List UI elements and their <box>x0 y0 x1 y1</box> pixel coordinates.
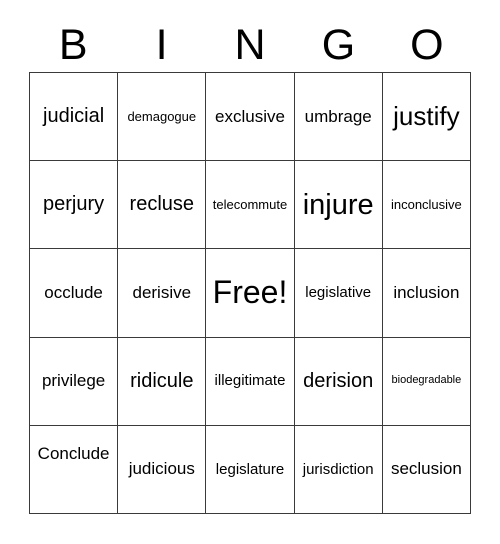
bingo-cell-label: illegitimate <box>214 372 286 390</box>
bingo-cell-label: Free! <box>212 274 288 311</box>
bingo-cell[interactable]: recluse <box>118 161 207 250</box>
bingo-cell[interactable]: inclusion <box>382 249 471 338</box>
bingo-cell-label: derisive <box>132 283 192 303</box>
bingo-cell-label: legislative <box>305 284 372 302</box>
bingo-cell-free[interactable]: Free! <box>206 249 295 338</box>
header-letter-o: O <box>410 20 444 69</box>
bingo-cell[interactable]: perjury <box>30 161 119 250</box>
bingo-cell-label: perjury <box>43 193 105 216</box>
bingo-cell-label: exclusive <box>215 106 285 126</box>
bingo-cell-label: derision <box>303 369 374 392</box>
bingo-cell[interactable]: inconclusive <box>382 161 471 250</box>
bingo-cell[interactable]: biodegradable <box>382 337 471 426</box>
bingo-cell[interactable]: derision <box>294 337 383 426</box>
bingo-card: B I N G O judicial demagogue exclusive umbr… <box>0 0 500 544</box>
bingo-cell[interactable]: legislature <box>206 425 295 514</box>
header-letter-b: B <box>58 20 88 69</box>
bingo-cell[interactable]: occlude <box>30 249 119 338</box>
bingo-cell[interactable]: justify <box>382 73 471 162</box>
bingo-cell-label: privilege <box>41 371 106 391</box>
bingo-cell[interactable]: judicial <box>30 73 119 162</box>
bingo-cell-label: judicious <box>128 459 195 479</box>
bingo-cell[interactable]: seclusion <box>382 425 471 514</box>
bingo-cell[interactable]: exclusive <box>206 73 295 162</box>
bingo-cell[interactable]: privilege <box>30 337 119 426</box>
bingo-cell-label: inconclusive <box>390 196 462 212</box>
bingo-cell[interactable]: judicious <box>118 425 207 514</box>
bingo-header-row: B I N G O <box>29 18 471 72</box>
bingo-cell-label: umbrage <box>304 106 372 126</box>
bingo-cell-label: judicial <box>43 105 105 128</box>
bingo-cell[interactable]: umbrage <box>294 73 383 162</box>
bingo-cell[interactable]: derisive <box>118 249 207 338</box>
bingo-cell-label: recluse <box>129 193 195 216</box>
bingo-cell[interactable]: legislative <box>294 249 383 338</box>
bingo-grid: judicial demagogue exclusive umbrage justify… <box>29 72 471 514</box>
bingo-cell-label: biodegradable <box>391 374 462 387</box>
bingo-cell-label: seclusion <box>390 459 462 479</box>
header-letter-i: I <box>155 20 168 69</box>
bingo-cell[interactable]: jurisdiction <box>294 425 383 514</box>
bingo-cell-label: Conclude <box>37 443 110 463</box>
header-letter-g: G <box>321 20 356 69</box>
bingo-cell[interactable]: injure <box>294 161 383 250</box>
bingo-cell-label: occlude <box>44 283 103 303</box>
bingo-cell-label: telecommute <box>212 196 288 212</box>
bingo-cell-label: injure <box>302 188 374 221</box>
bingo-cell[interactable]: telecommute <box>206 161 295 250</box>
bingo-cell-label: inclusion <box>393 283 460 303</box>
bingo-cell-label: legislature <box>215 460 285 478</box>
bingo-cell[interactable]: illegitimate <box>206 337 295 426</box>
bingo-cell-label: justify <box>393 100 460 131</box>
header-letter-n: N <box>234 20 266 69</box>
bingo-cell[interactable]: ridicule <box>118 337 207 426</box>
bingo-cell[interactable]: Conclude <box>30 425 119 514</box>
bingo-cell-label: demagogue <box>127 108 197 124</box>
bingo-cell[interactable]: demagogue <box>118 73 207 162</box>
bingo-cell-label: ridicule <box>130 369 194 392</box>
bingo-cell-label: jurisdiction <box>302 460 374 478</box>
